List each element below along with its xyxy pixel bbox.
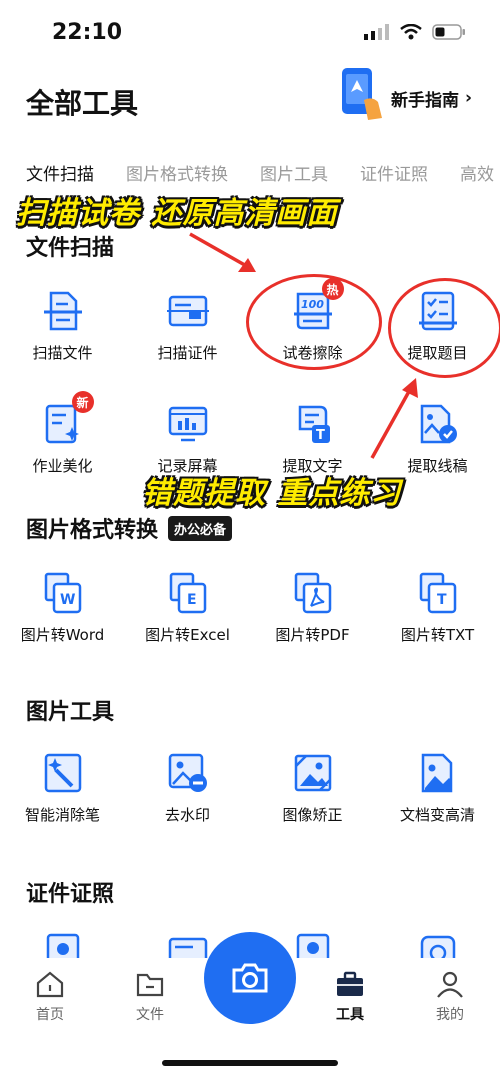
extract-text-icon: T bbox=[298, 405, 330, 443]
tool-remove-watermark[interactable]: 去水印 bbox=[125, 752, 250, 825]
tool-label: 扫描证件 bbox=[157, 344, 218, 362]
tool-id-camera[interactable] bbox=[375, 932, 500, 958]
nav-files[interactable]: 文件 bbox=[120, 970, 180, 1024]
signal-icon bbox=[364, 24, 389, 40]
battery-icon bbox=[432, 24, 465, 40]
section-title-image-tools: 图片工具 bbox=[26, 694, 114, 726]
tool-image-correct[interactable]: 图像矫正 bbox=[250, 752, 375, 825]
bottom-nav: 首页 文件 工具 我的 bbox=[0, 932, 500, 1068]
screen-record-icon bbox=[168, 406, 207, 442]
profile-icon bbox=[437, 971, 463, 998]
tool-label: 去水印 bbox=[164, 806, 210, 824]
wifi-icon bbox=[400, 24, 422, 40]
camera-icon bbox=[232, 963, 268, 993]
section-title-format: 图片格式转换 办公必备 bbox=[26, 512, 233, 544]
tool-label: 图片转Word bbox=[20, 626, 105, 644]
image-correct-icon bbox=[294, 754, 331, 792]
home-icon bbox=[36, 971, 64, 998]
tool-magic-eraser[interactable]: 智能消除笔 bbox=[0, 752, 125, 825]
folder-icon bbox=[136, 973, 164, 997]
tab-image-tools[interactable]: 图片工具 bbox=[260, 160, 328, 185]
doc-hd-icon bbox=[421, 753, 452, 793]
to-excel-icon: E bbox=[169, 572, 206, 614]
tool-id-photo[interactable] bbox=[0, 932, 125, 958]
tool-image-to-word[interactable]: W 图片转Word bbox=[0, 572, 125, 645]
tool-doc-hd[interactable]: 文档变高清 bbox=[375, 752, 500, 825]
scan-id-icon bbox=[166, 295, 209, 327]
section-scan-label: 文件扫描 bbox=[26, 236, 115, 261]
tool-label: 提取线稿 bbox=[407, 457, 468, 475]
guide-phone-icon bbox=[342, 68, 382, 120]
nav-tools[interactable]: 工具 bbox=[320, 970, 380, 1024]
tool-image-to-excel[interactable]: E 图片转Excel bbox=[125, 572, 250, 645]
tool-label: 图片转TXT bbox=[400, 626, 475, 644]
magic-eraser-icon bbox=[44, 753, 81, 793]
id-card-icon bbox=[168, 937, 207, 958]
tool-scan-id[interactable]: 扫描证件 bbox=[125, 290, 250, 363]
svg-text:E: E bbox=[187, 592, 197, 608]
status-icons bbox=[364, 24, 466, 40]
svg-text:T: T bbox=[316, 428, 325, 443]
page-title: 全部工具 bbox=[26, 87, 139, 120]
toolbox-icon bbox=[337, 971, 363, 996]
category-tabs: 文件扫描 图片格式转换 图片工具 证件证照 高效 bbox=[26, 160, 494, 185]
tool-screen-record[interactable]: 记录屏幕 bbox=[125, 403, 250, 476]
tab-image-format[interactable]: 图片格式转换 bbox=[126, 160, 228, 185]
tool-label: 扫描文件 bbox=[32, 344, 93, 362]
tool-image-to-pdf[interactable]: 图片转PDF bbox=[250, 572, 375, 645]
section-image-label: 图片工具 bbox=[26, 700, 115, 725]
tool-image-to-txt[interactable]: T 图片转TXT bbox=[375, 572, 500, 645]
status-time: 22:10 bbox=[52, 20, 123, 45]
new-badge: 新 bbox=[71, 391, 94, 413]
tool-label: 文档变高清 bbox=[399, 806, 475, 824]
remove-watermark-icon bbox=[168, 753, 207, 792]
section-title-id: 证件证照 bbox=[26, 876, 114, 908]
image-tools-grid: 智能消除笔 去水印 图像矫正 文档变高清 bbox=[0, 752, 500, 825]
tool-label: 图像矫正 bbox=[282, 806, 343, 824]
highlight-ellipse-extract-question bbox=[388, 278, 500, 378]
camera-button[interactable] bbox=[204, 932, 296, 1024]
section-title-scan: 文件扫描 bbox=[26, 230, 114, 262]
tool-homework-beautify[interactable]: 新 作业美化 bbox=[0, 391, 125, 476]
portrait-icon bbox=[296, 933, 329, 958]
tab-file-scan[interactable]: 文件扫描 bbox=[26, 160, 94, 185]
to-txt-icon: T bbox=[419, 572, 456, 614]
nav-files-label: 文件 bbox=[136, 1007, 164, 1023]
nav-home[interactable]: 首页 bbox=[20, 970, 80, 1024]
tool-extract-lineart[interactable]: 提取线稿 bbox=[375, 403, 500, 476]
tool-label: 图片转Excel bbox=[145, 626, 230, 644]
section-id-label: 证件证照 bbox=[26, 882, 115, 907]
tool-scan-file[interactable]: 扫描文件 bbox=[0, 290, 125, 363]
nav-profile-label: 我的 bbox=[436, 1007, 464, 1023]
tool-extract-text[interactable]: T 提取文字 bbox=[250, 403, 375, 476]
highlight-ellipse-exam-erase bbox=[246, 274, 382, 370]
nav-tools-label: 工具 bbox=[336, 1007, 364, 1023]
scan-doc-icon bbox=[43, 291, 82, 331]
to-word-icon: W bbox=[44, 572, 81, 614]
nav-home-label: 首页 bbox=[36, 1007, 64, 1023]
svg-text:T: T bbox=[437, 592, 447, 608]
caption-overlay-middle: 错题提取 重点练习 bbox=[142, 476, 402, 511]
tool-label: 作业美化 bbox=[32, 457, 93, 475]
nav-profile[interactable]: 我的 bbox=[420, 970, 480, 1024]
tab-id-photo[interactable]: 证件证照 bbox=[360, 160, 428, 185]
beginner-guide-button[interactable]: 新手指南 › bbox=[340, 68, 472, 120]
extract-lineart-icon bbox=[420, 404, 457, 444]
camera-frame-icon bbox=[420, 935, 455, 958]
caption-overlay-top: 扫描试卷 还原高清画面 bbox=[16, 196, 338, 231]
home-indicator bbox=[162, 1060, 338, 1066]
id-photo-icon bbox=[46, 933, 79, 958]
to-pdf-icon bbox=[294, 572, 331, 614]
svg-text:W: W bbox=[60, 592, 75, 608]
tool-label: 图片转PDF bbox=[275, 626, 350, 644]
office-essential-badge: 办公必备 bbox=[168, 515, 233, 541]
tab-efficiency[interactable]: 高效 bbox=[460, 160, 494, 185]
chevron-right-icon: › bbox=[464, 88, 472, 108]
status-bar: 22:10 bbox=[0, 0, 500, 62]
tool-label: 智能消除笔 bbox=[24, 806, 100, 824]
guide-label: 新手指南 bbox=[390, 90, 459, 111]
format-tools-grid: W 图片转Word E 图片转Excel 图片转PDF T 图片转TXT bbox=[0, 572, 500, 645]
section-format-label: 图片格式转换 bbox=[26, 518, 159, 543]
